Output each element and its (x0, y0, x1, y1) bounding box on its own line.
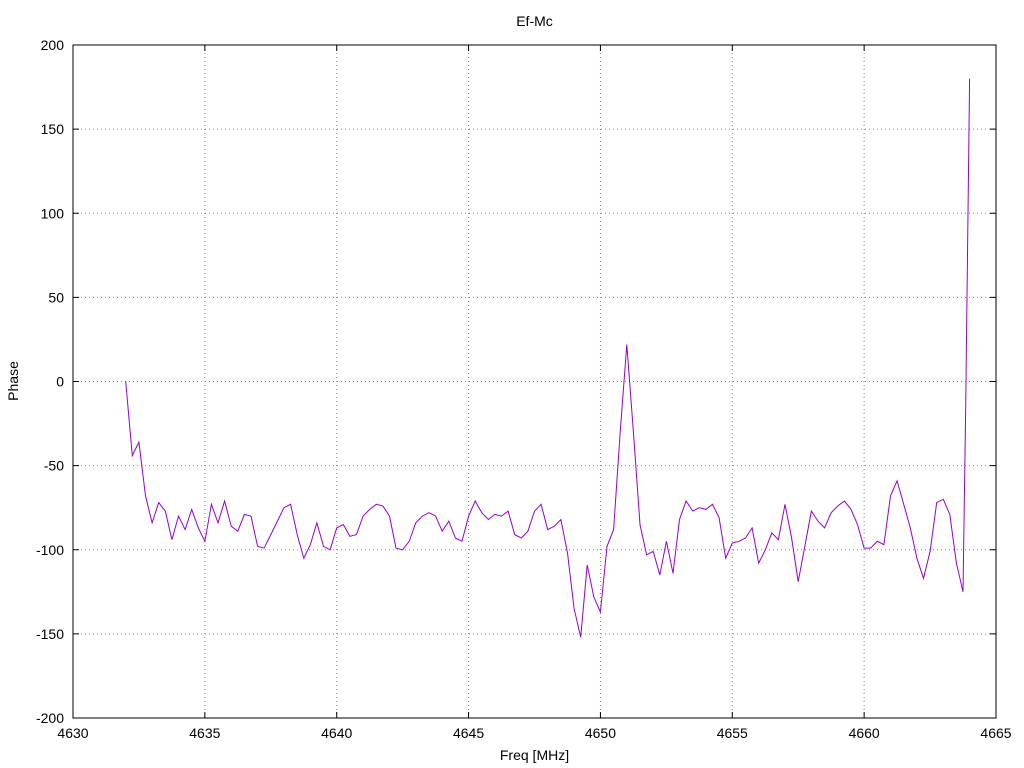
x-tick-label: 4630 (57, 725, 88, 741)
x-tick-label: 4645 (453, 725, 484, 741)
y-tick-label: 0 (56, 374, 64, 390)
y-tick-label: 200 (41, 37, 65, 53)
y-tick-label: 100 (41, 205, 65, 221)
y-tick-label: -150 (36, 626, 64, 642)
phase-chart: 4630 4635 4640 4645 4650 4655 4660 4665 -200 -15… (0, 0, 1024, 768)
x-tick-label: 4650 (585, 725, 616, 741)
chart-title: Ef-Mc (516, 13, 553, 29)
x-tick-label: 4660 (849, 725, 880, 741)
y-tick-label: -100 (36, 542, 64, 558)
y-tick-label: -50 (44, 458, 64, 474)
y-tick-label: 50 (48, 289, 64, 305)
chart-background (0, 0, 1024, 768)
x-axis-label: Freq [MHz] (500, 747, 569, 763)
y-axis-label: Phase (5, 361, 21, 401)
x-tick-label: 4655 (717, 725, 748, 741)
x-tick-label: 4635 (189, 725, 220, 741)
x-tick-label: 4665 (980, 725, 1011, 741)
y-tick-label: 150 (41, 121, 65, 137)
y-tick-label: -200 (36, 710, 64, 726)
x-tick-label: 4640 (321, 725, 352, 741)
